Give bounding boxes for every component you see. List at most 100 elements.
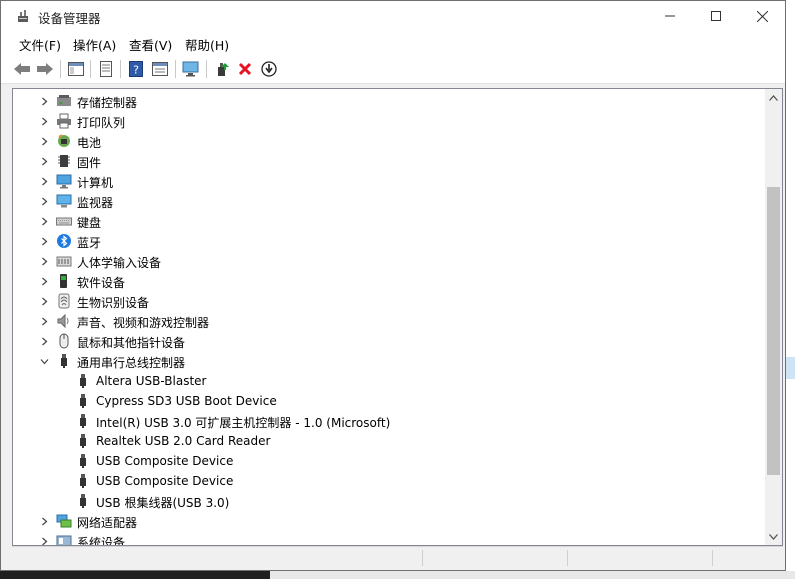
tree-category-item[interactable]: 声音、视频和游戏控制器 — [13, 311, 765, 331]
monitor-icon — [56, 194, 72, 208]
tree-item-label: 存储控制器 — [77, 96, 138, 110]
close-button[interactable] — [739, 1, 785, 31]
tree-item-label: 固件 — [77, 156, 102, 170]
scan-hardware-button[interactable] — [181, 59, 201, 79]
tree-category-item[interactable]: 通用串行总线控制器 — [13, 351, 765, 371]
battery-icon — [58, 134, 70, 147]
minimize-button[interactable] — [647, 1, 693, 31]
tree-category-item[interactable]: 计算机 — [13, 171, 765, 191]
tree-category-item[interactable]: 蓝牙 — [13, 231, 765, 251]
tree-category-item[interactable]: 存储控制器 — [13, 91, 765, 111]
properties-icon — [100, 61, 112, 77]
tree-item-label: 生物识别设备 — [77, 296, 150, 310]
keyboard-icon — [56, 217, 72, 226]
chevron-right-icon[interactable] — [40, 177, 49, 186]
toolbar-separator — [175, 60, 176, 78]
disable-device-button[interactable] — [259, 59, 279, 79]
chevron-right-icon[interactable] — [40, 217, 49, 226]
usb-device-icon — [80, 374, 86, 388]
tree-category-item[interactable]: 鼠标和其他指针设备 — [13, 331, 765, 351]
background-highlight-strip — [786, 357, 795, 379]
tree-category-item[interactable]: 生物识别设备 — [13, 291, 765, 311]
tree-item-label: 鼠标和其他指针设备 — [77, 336, 186, 350]
tree-category-item[interactable]: 监视器 — [13, 191, 765, 211]
properties-button[interactable] — [96, 59, 116, 79]
menu-file[interactable]: 文件(F) — [19, 35, 61, 54]
usb-device-icon — [80, 474, 86, 488]
tree-category-item[interactable]: 系统设备 — [13, 531, 765, 545]
chevron-right-icon[interactable] — [40, 137, 49, 146]
tree-category-item[interactable]: 固件 — [13, 151, 765, 171]
computer-icon — [56, 174, 72, 189]
status-pane — [567, 550, 568, 566]
usb-device-icon — [80, 454, 86, 468]
printer-icon — [57, 113, 71, 129]
toolbar-separator — [206, 60, 207, 78]
firmware-icon — [58, 155, 70, 167]
update-driver-button[interactable] — [212, 59, 232, 79]
usb-controller-icon — [61, 354, 67, 368]
chevron-right-icon[interactable] — [40, 277, 49, 286]
scroll-up-button[interactable] — [765, 89, 782, 106]
chevron-down-icon[interactable] — [40, 357, 49, 366]
tree-category-item[interactable]: 键盘 — [13, 211, 765, 231]
tree-device-item[interactable]: USB Composite Device — [13, 471, 765, 491]
chevron-right-icon[interactable] — [40, 337, 49, 346]
svg-text:?: ? — [133, 64, 139, 77]
view-icon — [152, 62, 168, 76]
menu-help[interactable]: 帮助(H) — [185, 35, 229, 54]
chevron-right-icon[interactable] — [40, 537, 49, 545]
maximize-button[interactable] — [693, 1, 739, 31]
toolbar: ? — [1, 55, 785, 84]
device-manager-window: 设备管理器 文件(F) 操作(A) 查看(V) 帮助(H) ? 存储控制器 打印… — [0, 0, 786, 571]
tree-device-item[interactable]: USB 根集线器(USB 3.0) — [13, 491, 765, 511]
tree-category-item[interactable]: 打印队列 — [13, 111, 765, 131]
tree-device-item[interactable]: Realtek USB 2.0 Card Reader — [13, 431, 765, 451]
help-button[interactable]: ? — [126, 59, 146, 79]
device-manager-app-icon — [18, 10, 28, 22]
usb-device-icon — [80, 414, 86, 428]
chevron-right-icon[interactable] — [40, 257, 49, 266]
status-pane — [712, 550, 713, 566]
help-icon: ? — [129, 61, 143, 77]
show-hide-tree-button[interactable] — [66, 59, 86, 79]
uninstall-button[interactable] — [235, 59, 255, 79]
tree-device-item[interactable]: Altera USB-Blaster — [13, 371, 765, 391]
tree-category-item[interactable]: 软件设备 — [13, 271, 765, 291]
back-button[interactable] — [12, 59, 32, 79]
tree-device-item[interactable]: Intel(R) USB 3.0 可扩展主机控制器 - 1.0 (Microso… — [13, 411, 765, 431]
chevron-right-icon[interactable] — [40, 237, 49, 246]
scroll-down-button[interactable] — [765, 528, 782, 545]
usb-device-icon — [80, 434, 86, 448]
chevron-right-icon[interactable] — [40, 197, 49, 206]
software-device-icon — [60, 274, 67, 288]
toolbar-separator — [120, 60, 121, 78]
scrollbar-thumb[interactable] — [767, 187, 780, 475]
usb-device-icon — [80, 394, 86, 408]
tree-device-item[interactable]: USB Composite Device — [13, 451, 765, 471]
menu-action[interactable]: 操作(A) — [73, 35, 116, 54]
scan-hardware-icon — [182, 61, 199, 77]
chevron-right-icon[interactable] — [40, 157, 49, 166]
chevron-right-icon[interactable] — [40, 97, 49, 106]
tree-category-item[interactable]: 网络适配器 — [13, 511, 765, 531]
chevron-right-icon[interactable] — [40, 297, 49, 306]
chevron-right-icon[interactable] — [40, 117, 49, 126]
title-bar[interactable]: 设备管理器 — [1, 1, 785, 31]
show-hide-console-tree-icon — [68, 62, 84, 76]
tree-device-item[interactable]: Cypress SD3 USB Boot Device — [13, 391, 765, 411]
usb-device-icon — [80, 494, 86, 508]
tree-item-label: USB Composite Device — [96, 454, 234, 468]
status-pane — [422, 550, 423, 566]
tree-item-label: 计算机 — [77, 176, 114, 190]
chevron-right-icon[interactable] — [40, 317, 49, 326]
tree-category-item[interactable]: 电池 — [13, 131, 765, 151]
view-button[interactable] — [150, 59, 170, 79]
tree-item-label: Realtek USB 2.0 Card Reader — [96, 434, 271, 448]
device-tree[interactable]: 存储控制器 打印队列 电池固件计算机 监视器 键盘 蓝牙 人体学输入设备 软件设备生物识别设备… — [13, 89, 765, 545]
menu-view[interactable]: 查看(V) — [129, 35, 172, 54]
tree-category-item[interactable]: 人体学输入设备 — [13, 251, 765, 271]
chevron-right-icon[interactable] — [40, 517, 49, 526]
vertical-scrollbar[interactable] — [765, 89, 782, 545]
forward-button[interactable] — [35, 59, 55, 79]
